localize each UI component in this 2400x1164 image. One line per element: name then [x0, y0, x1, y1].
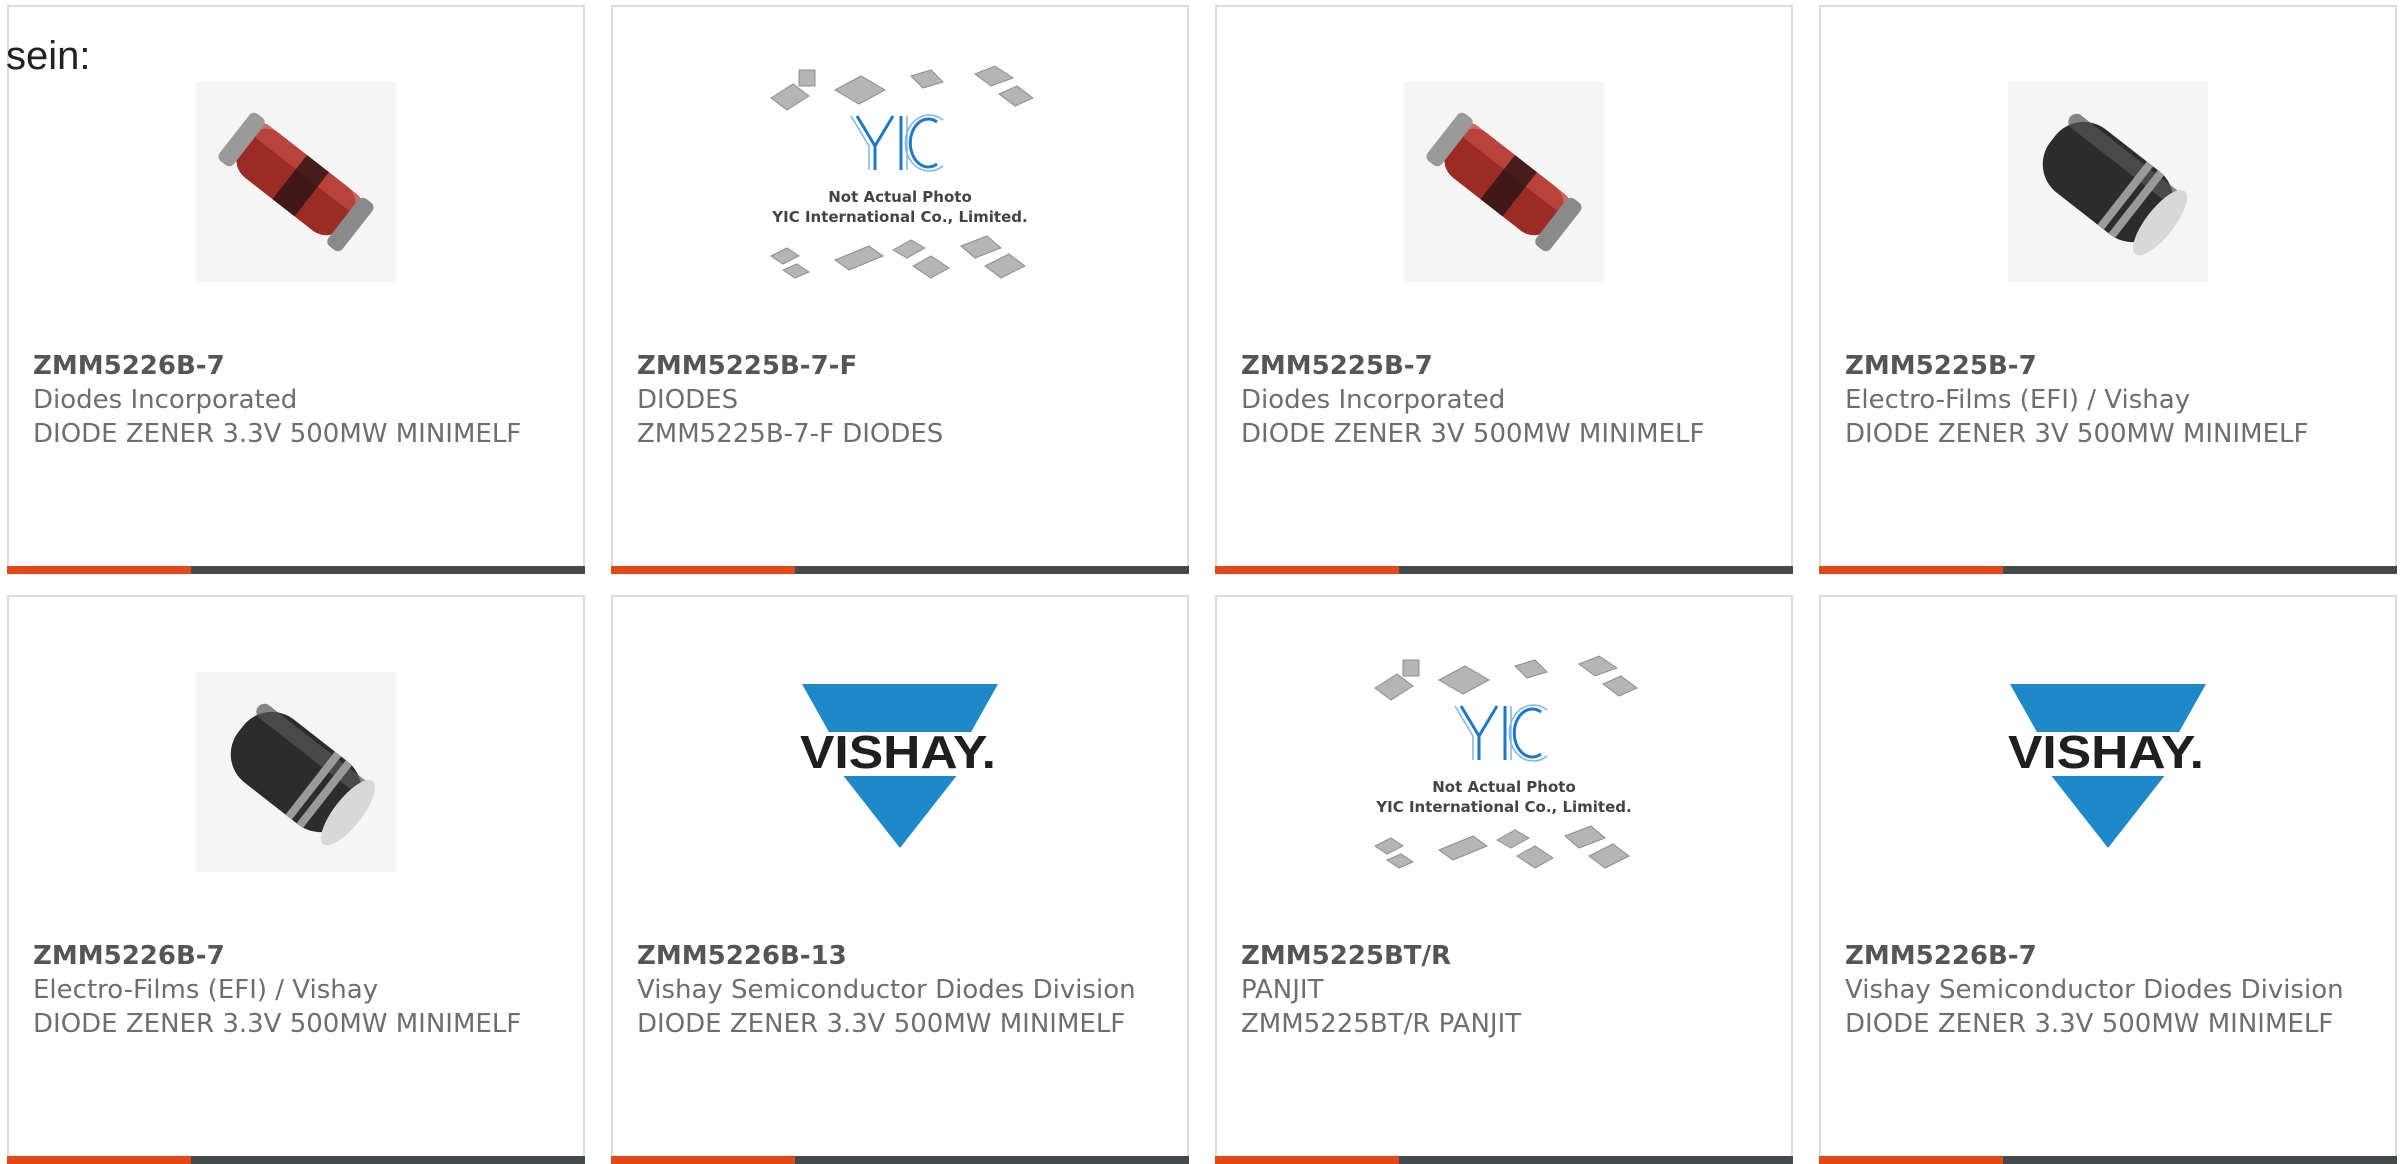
product-card[interactable]: ZMM5226B-7 Electro-Films (EFI) / Vishay … [7, 595, 585, 1164]
product-info: ZMM5225B-7-F DIODES ZMM5225B-7-F DIODES [637, 349, 1163, 451]
product-image[interactable] [9, 652, 583, 892]
card-accent-bar [1215, 566, 1399, 574]
product-image[interactable]: VISHAY. [1821, 652, 2395, 892]
description: DIODE ZENER 3.3V 500MW MINIMELF [637, 1009, 1126, 1039]
product-info: ZMM5226B-7 Diodes Incorporated DIODE ZEN… [33, 349, 559, 451]
svg-text:Not Actual Photo: Not Actual Photo [828, 188, 972, 206]
svg-text:VISHAY.: VISHAY. [800, 726, 996, 778]
product-card[interactable]: VISHAY. ZMM5226B-13 Vishay Semiconductor… [611, 595, 1189, 1164]
description: DIODE ZENER 3.3V 500MW MINIMELF [1845, 1009, 2334, 1039]
svg-text:YIC International Co., Limited: YIC International Co., Limited. [771, 208, 1027, 226]
card-accent-bar [7, 1156, 191, 1164]
product-info: ZMM5225B-7 Diodes Incorporated DIODE ZEN… [1241, 349, 1767, 451]
svg-text:YIC International Co., Limited: YIC International Co., Limited. [1375, 798, 1631, 816]
intro-text: sein: [6, 34, 91, 78]
part-number[interactable]: ZMM5226B-7 [1845, 939, 2371, 973]
product-image[interactable] [1821, 62, 2395, 302]
description: ZMM5225BT/R PANJIT [1241, 1009, 1522, 1039]
card-accent-bar [1215, 1156, 1399, 1164]
description: DIODE ZENER 3V 500MW MINIMELF [1845, 419, 2309, 449]
manufacturer: Vishay Semiconductor Diodes Division [637, 975, 1136, 1005]
manufacturer: Vishay Semiconductor Diodes Division [1845, 975, 2344, 1005]
card-bottom-bar [1819, 566, 2397, 574]
part-number[interactable]: ZMM5225B-7 [1241, 349, 1767, 383]
product-card[interactable]: Not Actual Photo YIC International Co., … [1215, 595, 1793, 1164]
card-bottom-bar [611, 1156, 1189, 1164]
part-number[interactable]: ZMM5225BT/R [1241, 939, 1767, 973]
description: DIODE ZENER 3.3V 500MW MINIMELF [33, 419, 522, 449]
product-info: ZMM5226B-7 Electro-Films (EFI) / Vishay … [33, 939, 559, 1041]
description: ZMM5225B-7-F DIODES [637, 419, 944, 449]
part-number[interactable]: ZMM5226B-7 [33, 939, 559, 973]
product-card[interactable]: ZMM5225B-7 Diodes Incorporated DIODE ZEN… [1215, 5, 1793, 574]
part-number[interactable]: ZMM5225B-7-F [637, 349, 1163, 383]
part-number[interactable]: ZMM5225B-7 [1845, 349, 2371, 383]
product-image[interactable] [9, 62, 583, 302]
product-image[interactable]: VISHAY. [613, 652, 1187, 892]
black-diode-image [2008, 82, 2208, 282]
red-diode-image [1404, 82, 1604, 282]
svg-text:VISHAY.: VISHAY. [2008, 726, 2204, 778]
vishay-logo-image: VISHAY. [790, 670, 1010, 874]
card-accent-bar [7, 566, 191, 574]
manufacturer: Diodes Incorporated [33, 385, 298, 415]
product-grid: ZMM5226B-7 Diodes Incorporated DIODE ZEN… [7, 5, 2397, 1164]
card-bottom-bar [1215, 1156, 1793, 1164]
card-bottom-bar [611, 566, 1189, 574]
part-number[interactable]: ZMM5226B-13 [637, 939, 1163, 973]
yic-placeholder-image: Not Actual Photo YIC International Co., … [1369, 650, 1639, 894]
vishay-logo-image: VISHAY. [1998, 670, 2218, 874]
product-image[interactable]: Not Actual Photo YIC International Co., … [1217, 652, 1791, 892]
manufacturer: Electro-Films (EFI) / Vishay [1845, 385, 2191, 415]
card-bottom-bar [1215, 566, 1793, 574]
black-diode-image [196, 672, 396, 872]
part-number[interactable]: ZMM5226B-7 [33, 349, 559, 383]
card-accent-bar [1819, 566, 2003, 574]
product-image[interactable]: Not Actual Photo YIC International Co., … [613, 62, 1187, 302]
product-card[interactable]: ZMM5225B-7 Electro-Films (EFI) / Vishay … [1819, 5, 2397, 574]
card-bottom-bar [7, 1156, 585, 1164]
card-bottom-bar [1819, 1156, 2397, 1164]
description: DIODE ZENER 3.3V 500MW MINIMELF [33, 1009, 522, 1039]
product-info: ZMM5225B-7 Electro-Films (EFI) / Vishay … [1845, 349, 2371, 451]
svg-text:Not Actual Photo: Not Actual Photo [1432, 778, 1576, 796]
product-info: ZMM5226B-7 Vishay Semiconductor Diodes D… [1845, 939, 2371, 1041]
manufacturer: PANJIT [1241, 975, 1324, 1005]
product-card[interactable]: VISHAY. ZMM5226B-7 Vishay Semiconductor … [1819, 595, 2397, 1164]
yic-placeholder-image: Not Actual Photo YIC International Co., … [765, 60, 1035, 304]
red-diode-image [196, 82, 396, 282]
manufacturer: Electro-Films (EFI) / Vishay [33, 975, 379, 1005]
description: DIODE ZENER 3V 500MW MINIMELF [1241, 419, 1705, 449]
product-info: ZMM5226B-13 Vishay Semiconductor Diodes … [637, 939, 1163, 1041]
card-accent-bar [611, 1156, 795, 1164]
card-bottom-bar [7, 566, 585, 574]
product-card[interactable]: Not Actual Photo YIC International Co., … [611, 5, 1189, 574]
product-image[interactable] [1217, 62, 1791, 302]
manufacturer: DIODES [637, 385, 739, 415]
card-accent-bar [611, 566, 795, 574]
product-info: ZMM5225BT/R PANJIT ZMM5225BT/R PANJIT [1241, 939, 1767, 1041]
card-accent-bar [1819, 1156, 2003, 1164]
product-card[interactable]: ZMM5226B-7 Diodes Incorporated DIODE ZEN… [7, 5, 585, 574]
manufacturer: Diodes Incorporated [1241, 385, 1506, 415]
